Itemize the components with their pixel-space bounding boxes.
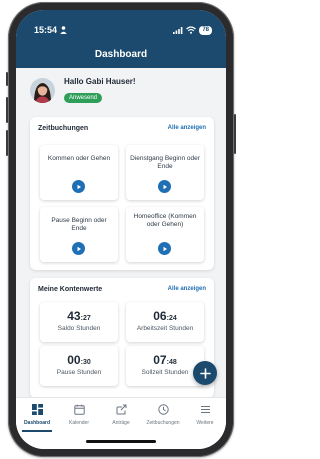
tab-bar: Dashboard Kalender Anträge Zeitbuchungen… — [16, 397, 226, 449]
person-icon — [60, 26, 67, 34]
tab-kalender[interactable]: Kalender — [58, 404, 100, 426]
welcome-section: Hallo Gabi Hauser! Anwesend — [30, 77, 136, 104]
app-header: 15:54 78 Dashboard — [16, 10, 226, 68]
signal-icon — [173, 26, 183, 34]
play-icon[interactable] — [72, 180, 85, 193]
account-label: Saldo Stunden — [57, 325, 101, 332]
battery-indicator: 78 — [199, 25, 212, 35]
account-value-minutes: :24 — [166, 315, 177, 322]
booking-tile-label: Dienstgang Beginn oder Ende — [130, 155, 200, 170]
calendar-icon — [73, 404, 85, 415]
account-tile-arbeitszeit[interactable]: 06:24 Arbeitszeit Stunden — [126, 302, 204, 342]
time-bookings-show-all-link[interactable]: Alle anzeigen — [168, 125, 206, 132]
clock-icon — [157, 404, 169, 415]
account-label: Arbeitszeit Stunden — [136, 325, 194, 332]
accounts-title: Meine Kontenwerte — [38, 286, 103, 293]
add-booking-button[interactable] — [193, 361, 217, 385]
dashboard-icon — [31, 404, 43, 415]
account-tile-pause[interactable]: 00:30 Pause Stunden — [40, 346, 118, 386]
tab-label: Zeitbuchungen — [146, 420, 180, 426]
tab-zeitbuchungen[interactable]: Zeitbuchungen — [142, 404, 184, 426]
account-value-minutes: :48 — [166, 359, 177, 366]
play-icon[interactable] — [158, 180, 171, 193]
requests-icon — [116, 404, 126, 415]
time-bookings-title: Zeitbuchungen — [38, 125, 89, 132]
wifi-icon — [186, 26, 197, 34]
booking-tile-label: Pause Beginn oder Ende — [51, 217, 107, 232]
account-value-minutes: :27 — [80, 315, 91, 322]
account-value: 07 — [153, 353, 167, 367]
booking-tile-homeoffice[interactable]: Homeoffice (Kommen oder Gehen) — [126, 207, 204, 262]
status-badge: Anwesend — [64, 93, 103, 103]
avatar[interactable] — [30, 78, 55, 103]
active-tab-indicator — [22, 430, 52, 432]
greeting: Hallo Gabi Hauser! — [64, 77, 136, 86]
account-value: 06 — [153, 309, 167, 323]
volume-up-button — [6, 97, 8, 123]
booking-tile-dienstgang[interactable]: Dienstgang Beginn oder Ende — [126, 145, 204, 200]
page-title: Dashboard — [94, 49, 148, 60]
mute-switch — [6, 72, 8, 86]
account-value: 43 — [67, 309, 81, 323]
booking-tile-kommen-gehen[interactable]: Kommen oder Gehen — [40, 145, 118, 200]
avatar-image — [30, 78, 55, 103]
booking-tile-pause[interactable]: Pause Beginn oder Ende — [40, 207, 118, 262]
screen: 15:54 78 Dashboard Hallo Gabi Hauser! An… — [16, 10, 226, 449]
plus-icon — [199, 367, 211, 379]
time-bookings-card: Zeitbuchungen Alle anzeigen Kommen oder … — [30, 117, 214, 270]
power-button — [234, 114, 236, 154]
play-icon[interactable] — [72, 242, 85, 255]
booking-tile-label: Kommen oder Gehen — [47, 155, 111, 162]
tab-label: Kalender — [68, 420, 89, 426]
status-bar: 15:54 78 — [34, 24, 212, 36]
tab-antraege[interactable]: Anträge — [100, 404, 142, 426]
tab-label: Weitere — [196, 420, 214, 426]
play-icon[interactable] — [158, 242, 171, 255]
account-value-minutes: :30 — [80, 359, 91, 366]
menu-icon — [200, 406, 210, 413]
tab-dashboard[interactable]: Dashboard — [16, 404, 58, 426]
accounts-show-all-link[interactable]: Alle anzeigen — [168, 286, 206, 293]
volume-down-button — [6, 130, 8, 156]
home-indicator[interactable] — [86, 440, 156, 443]
status-time: 15:54 — [34, 25, 58, 35]
account-tile-sollzeit[interactable]: 07:48 Sollzeit Stunden — [126, 346, 204, 386]
accounts-card: Meine Kontenwerte Alle anzeigen 43:27 Sa… — [30, 278, 214, 398]
tab-label: Anträge — [112, 420, 130, 426]
booking-tile-label: Homeoffice (Kommen oder Gehen) — [133, 213, 197, 228]
tab-weitere[interactable]: Weitere — [184, 404, 226, 426]
account-label: Pause Stunden — [56, 369, 102, 376]
account-tile-saldo[interactable]: 43:27 Saldo Stunden — [40, 302, 118, 342]
account-value: 00 — [67, 353, 81, 367]
tab-label: Dashboard — [23, 420, 51, 426]
